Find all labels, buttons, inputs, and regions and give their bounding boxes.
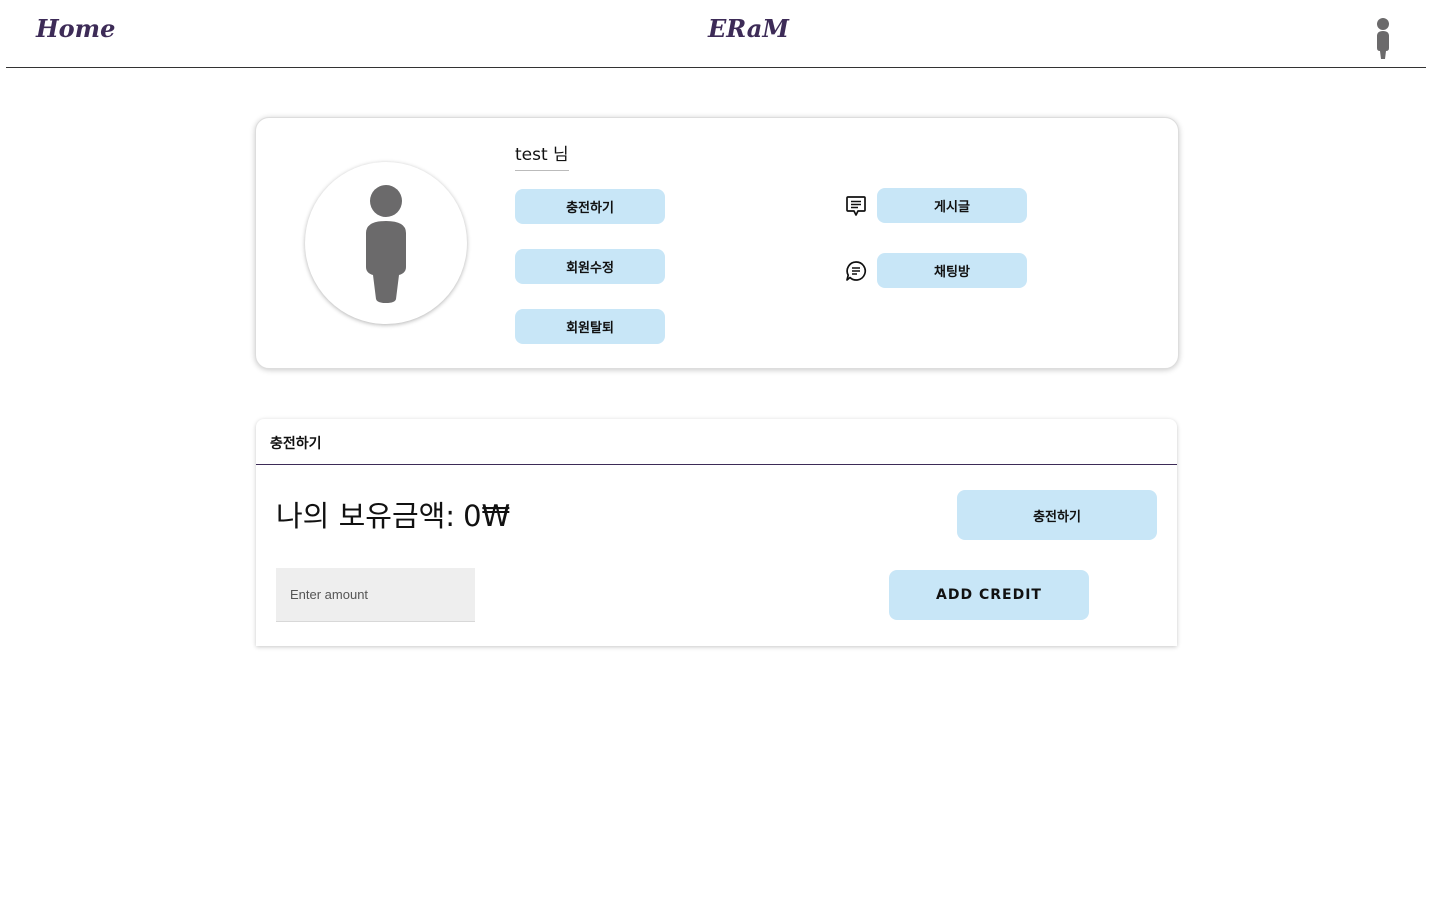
- posts-button[interactable]: 게시글: [877, 188, 1027, 223]
- top-navbar: Home ERaM: [6, 0, 1426, 68]
- balance-label: 나의 보유금액:: [276, 499, 456, 533]
- withdraw-member-button[interactable]: 회원탈퇴: [515, 309, 665, 344]
- amount-input[interactable]: [276, 568, 475, 622]
- charge-button[interactable]: 충전하기: [957, 490, 1157, 540]
- edit-member-button[interactable]: 회원수정: [515, 249, 665, 284]
- brand-logo[interactable]: ERaM: [708, 14, 789, 43]
- chat-bubble-icon: [845, 260, 867, 282]
- person-icon: [366, 185, 406, 303]
- charge-nav-button[interactable]: 충전하기: [515, 189, 665, 224]
- home-link[interactable]: Home: [36, 14, 115, 43]
- message-square-icon: [845, 195, 867, 217]
- add-credit-button[interactable]: ADD CREDIT: [889, 570, 1089, 620]
- avatar: [305, 162, 467, 324]
- balance-value: 0₩: [463, 499, 511, 533]
- username-label: test 님: [515, 140, 569, 171]
- balance-display: 나의 보유금액: 0₩: [276, 493, 510, 535]
- chatroom-button[interactable]: 채팅방: [877, 253, 1027, 288]
- person-icon: [1377, 18, 1389, 59]
- charge-panel-header: 충전하기: [256, 419, 1177, 465]
- charge-panel: 충전하기 나의 보유금액: 0₩ 충전하기 ADD CREDIT: [256, 419, 1177, 646]
- charge-panel-title: 충전하기: [270, 436, 322, 452]
- user-menu-button[interactable]: [1372, 17, 1394, 61]
- profile-card: test 님 충전하기 회원수정 회원탈퇴 게시글 채팅방: [255, 117, 1179, 369]
